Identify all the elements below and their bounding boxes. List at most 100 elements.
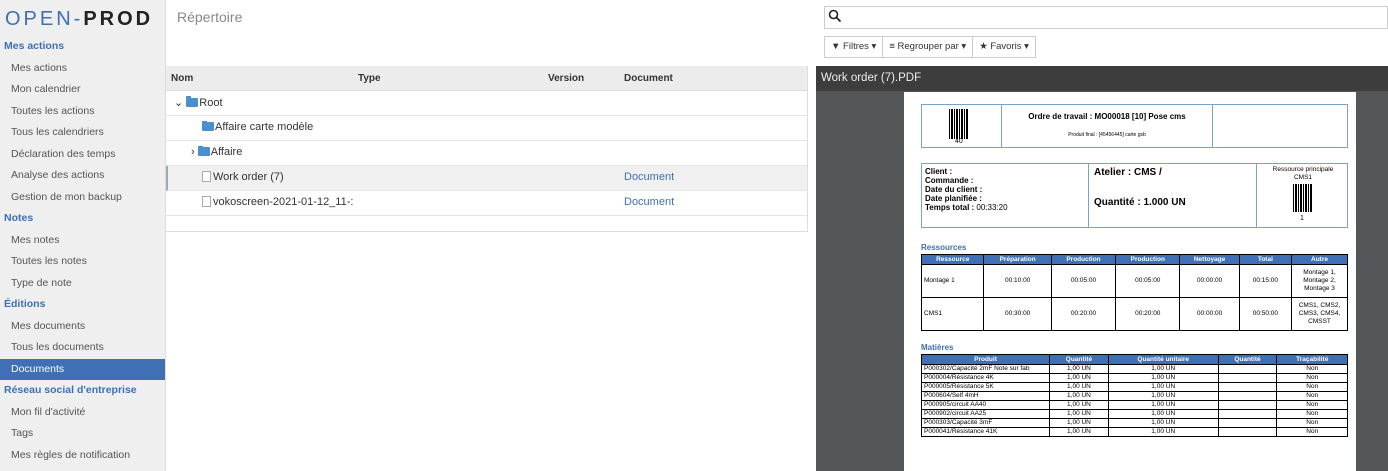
folder-icon bbox=[197, 146, 210, 156]
favorites-button[interactable]: ★ Favoris ▾ bbox=[973, 36, 1036, 58]
table-row: P000302/Capacité 2mF Note sur fab 1,00 UN… bbox=[921, 364, 1348, 374]
sidebar-item[interactable]: Toutes les notes bbox=[0, 251, 165, 273]
table-cell: 1,00 UN bbox=[1107, 400, 1219, 410]
search-options: ▼ Filtres ▾ ≡ Regrouper par ▾ ★ Favoris … bbox=[824, 36, 1036, 58]
table-cell: 1,00 UN bbox=[1049, 418, 1109, 428]
wo-subtitle: Produit final : [45456445] carte gsb bbox=[1068, 132, 1146, 138]
table-row: P000604/Self 4mH 1,00 UN 1,00 UN Non bbox=[921, 391, 1348, 401]
search-input[interactable] bbox=[824, 6, 1388, 29]
table-row: CMS1 00:30:00 00:20:00 00:20:00 00:00:00 00:5… bbox=[920, 297, 1348, 331]
sidebar-item[interactable]: Tous les calendriers bbox=[0, 122, 165, 144]
table-cell: 00:20:00 bbox=[1050, 297, 1117, 331]
folder-icon bbox=[186, 96, 199, 107]
table-row: P000041/Résistance 41K 1,00 UN 1,00 UN Non bbox=[921, 427, 1348, 437]
table-header-cell: Quantité unitaire bbox=[1107, 354, 1219, 365]
column-type[interactable]: Type bbox=[358, 73, 381, 84]
table-cell bbox=[1217, 409, 1278, 419]
table-cell bbox=[1217, 418, 1278, 428]
sidebar-item[interactable]: Tous les documents bbox=[0, 337, 165, 359]
table-header-row: Produit Quantité Quantité unitaire Quantité… bbox=[921, 354, 1348, 365]
wo-title: Ordre de travail : MO00018 [10] Pose cms bbox=[1028, 112, 1186, 121]
chevron-right-icon[interactable]: › bbox=[191, 146, 198, 158]
table-cell: CMS1, CMS2, CMS3, CMS4, CMSST bbox=[1291, 297, 1348, 331]
table-cell: P000004/Résistance 4K bbox=[921, 373, 1050, 383]
table-header-cell: Production bbox=[1115, 254, 1181, 265]
list-row-folder[interactable]: › Affaire bbox=[166, 141, 807, 166]
list-header: Nom Type Version Document bbox=[166, 66, 807, 91]
column-document[interactable]: Document bbox=[624, 73, 673, 84]
document-link[interactable]: Document bbox=[624, 196, 674, 208]
table-cell: 1,00 UN bbox=[1107, 418, 1219, 428]
pdf-preview[interactable]: Work order (7).PDF 40 Ordre de travail :… bbox=[816, 66, 1388, 471]
table-header-row: Ressource Préparation Production Production… bbox=[920, 254, 1348, 265]
group-by-button[interactable]: ≡ Regrouper par ▾ bbox=[883, 36, 974, 58]
table-cell: 1,00 UN bbox=[1049, 400, 1109, 410]
sidebar-item[interactable]: Déclaration des temps bbox=[0, 144, 165, 166]
sidebar-item[interactable]: Mon fil d'activité bbox=[0, 402, 165, 424]
resource-code: 1 bbox=[1300, 215, 1304, 222]
sidebar-section-title[interactable]: Mes actions bbox=[0, 36, 165, 58]
table-cell: 1,00 UN bbox=[1107, 427, 1219, 437]
list-row-file-selected[interactable]: Work order (7) Document bbox=[166, 166, 807, 191]
table-cell: 1,00 UN bbox=[1049, 382, 1109, 392]
column-version[interactable]: Version bbox=[548, 73, 584, 84]
quantite: Quantité : 1.000 UN bbox=[1094, 197, 1186, 208]
table-header-cell: Traçabilité bbox=[1276, 354, 1348, 365]
sidebar-item[interactable]: Type de note bbox=[0, 273, 165, 295]
list-row-folder[interactable]: Affaire carte modèle bbox=[166, 116, 807, 141]
table-header-cell: Ressource bbox=[920, 254, 985, 265]
table-header-cell: Autre bbox=[1291, 254, 1348, 265]
sidebar-item[interactable]: Mes actions bbox=[0, 58, 165, 80]
sidebar-section-title[interactable]: Notes bbox=[0, 208, 165, 230]
sidebar-menu: Mes actions Mes actions Mon calendrier Tout… bbox=[0, 36, 165, 466]
atelier: Atelier : CMS / bbox=[1094, 167, 1162, 178]
table-cell: 1,00 UN bbox=[1049, 427, 1109, 437]
sidebar-item[interactable]: Mon calendrier bbox=[0, 79, 165, 101]
list-row-file[interactable]: vokoscreen-2021-01-12_11-: Document bbox=[166, 191, 807, 216]
table-cell: 00:30:00 bbox=[983, 297, 1052, 331]
ressources-title: Ressources bbox=[921, 243, 967, 252]
list-row-root[interactable]: ⌄ Root bbox=[166, 91, 807, 116]
filters-button[interactable]: ▼ Filtres ▾ bbox=[824, 36, 884, 58]
sidebar-item[interactable]: Analyse des actions bbox=[0, 165, 165, 187]
sidebar-item[interactable]: Tags bbox=[0, 423, 165, 445]
table-cell bbox=[1217, 400, 1278, 410]
table-cell: 1,00 UN bbox=[1107, 373, 1219, 383]
sidebar-item[interactable]: Gestion de mon backup bbox=[0, 187, 165, 209]
pdf-page: 40 Ordre de travail : MO00018 [10] Pose … bbox=[904, 92, 1356, 471]
table-cell bbox=[1217, 391, 1278, 401]
table-cell: P000905/circuit AA40 bbox=[921, 400, 1050, 410]
resource-principal: Ressource principale CMS1 bbox=[1272, 166, 1334, 181]
table-cell: 00:05:00 bbox=[1050, 264, 1117, 298]
table-cell: Montage 1 bbox=[920, 264, 985, 298]
table-header-cell: Préparation bbox=[983, 254, 1052, 265]
sidebar-item[interactable]: Mes notes bbox=[0, 230, 165, 252]
wo-info-box: Client : Commande : Date du client : Dat… bbox=[921, 163, 1348, 228]
matieres-table: Produit Quantité Quantité unitaire Quantité… bbox=[921, 354, 1348, 437]
sidebar-section-title[interactable]: Éditions bbox=[0, 294, 165, 316]
sidebar-item[interactable]: Toutes les actions bbox=[0, 101, 165, 123]
pdf-filename: Work order (7).PDF bbox=[816, 66, 1388, 91]
table-cell: 1,00 UN bbox=[1049, 373, 1109, 383]
app-logo[interactable]: OPEN-PROD bbox=[0, 0, 165, 36]
table-row: P000902/circuit AA25 1,00 UN 1,00 UN Non bbox=[921, 409, 1348, 419]
document-link[interactable]: Document bbox=[624, 171, 674, 183]
search-icon bbox=[828, 9, 842, 23]
sidebar-item[interactable]: Mes documents bbox=[0, 316, 165, 338]
barcode-image bbox=[949, 109, 969, 139]
folder-icon bbox=[202, 121, 214, 131]
table-header-cell: Produit bbox=[921, 354, 1050, 365]
barcode-number: 40 bbox=[955, 138, 963, 145]
top-bar: Répertoire ▼ Filtres ▾ ≡ Regrouper par ▾… bbox=[166, 0, 1388, 66]
column-name[interactable]: Nom bbox=[171, 73, 193, 84]
table-header-cell: Quantité bbox=[1217, 354, 1278, 365]
table-cell: 00:00:00 bbox=[1179, 297, 1240, 331]
sidebar-item[interactable]: Documents bbox=[0, 358, 165, 380]
sidebar-item[interactable]: Mes règles de notification bbox=[0, 445, 165, 467]
chevron-down-icon[interactable]: ⌄ bbox=[174, 97, 186, 109]
sidebar-section-title[interactable]: Réseau social d'entreprise bbox=[0, 380, 165, 402]
table-cell: Non bbox=[1276, 418, 1348, 428]
wo-info-left: Client : Commande : Date du client : Dat… bbox=[925, 167, 1008, 212]
table-header-cell: Quantité bbox=[1049, 354, 1109, 365]
table-cell: Non bbox=[1276, 409, 1348, 419]
